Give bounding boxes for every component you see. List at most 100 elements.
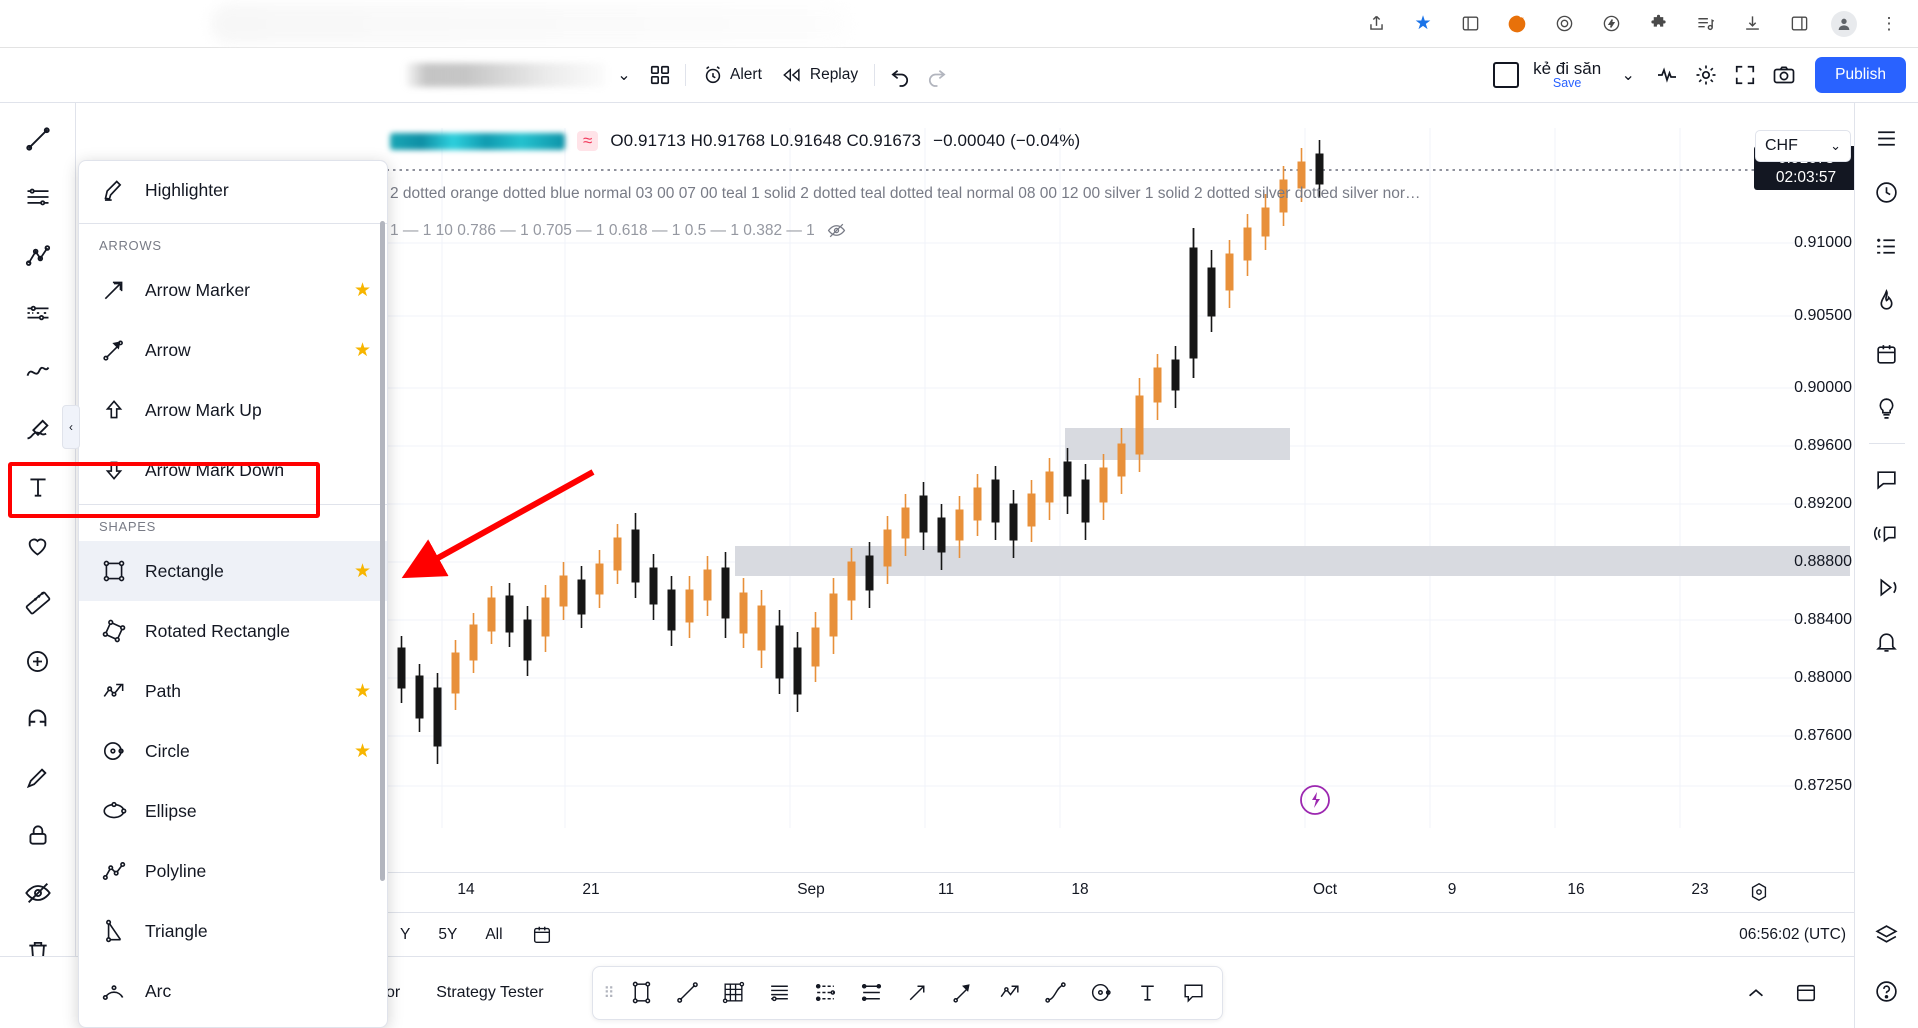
single-layout-icon[interactable] — [1488, 57, 1524, 93]
range-button-y[interactable]: Y — [394, 922, 416, 948]
menu-item-arrow-mark-up[interactable]: Arrow Mark Up — [79, 380, 387, 440]
menu-item-arc[interactable]: Arc — [79, 961, 387, 1021]
menu-item-circle[interactable]: Circle ★ — [79, 721, 387, 781]
share-icon[interactable] — [1361, 9, 1391, 39]
alerts-clock-icon[interactable] — [1862, 167, 1912, 217]
fav-callout-icon[interactable] — [1172, 971, 1216, 1015]
chevron-up-icon[interactable] — [1734, 971, 1778, 1015]
broadcast-icon[interactable] — [1862, 508, 1912, 558]
text-tool-icon[interactable] — [10, 459, 66, 515]
bookmark-star-icon[interactable]: ★ — [1408, 9, 1438, 39]
price-axis[interactable]: 0.91673 02:03:57 0.91000 0.90500 0.90000… — [1750, 128, 1860, 888]
dropdown-scrollbar[interactable] — [380, 221, 385, 881]
fav-trend-line-icon[interactable] — [666, 971, 710, 1015]
fav-gann-box-icon[interactable] — [804, 971, 848, 1015]
layout-chevron-down-icon[interactable]: ⌄ — [1610, 57, 1646, 93]
menu-item-arrow-mark-down[interactable]: Arrow Mark Down — [79, 440, 387, 500]
favorite-star-icon[interactable]: ★ — [354, 740, 371, 763]
replay-button[interactable]: Replay — [771, 57, 867, 93]
fav-horizontal-lines-icon[interactable] — [758, 971, 802, 1015]
fav-text-icon[interactable] — [1126, 971, 1170, 1015]
lock-drawings-icon[interactable] — [10, 807, 66, 863]
drag-grip-icon[interactable]: ⠿ — [599, 984, 618, 1002]
puzzle-icon[interactable] — [1643, 9, 1673, 39]
firefox-icon[interactable] — [1502, 9, 1532, 39]
menu-item-highlighter[interactable]: Highlighter — [79, 161, 387, 219]
calendar-icon[interactable] — [1862, 329, 1912, 379]
playlist-icon[interactable] — [1690, 9, 1720, 39]
shield-icon[interactable] — [1549, 9, 1579, 39]
symbol-name-blurred[interactable] — [406, 63, 606, 87]
collapse-toolbar-chevron-icon[interactable]: ‹ — [62, 405, 80, 449]
range-button-all[interactable]: All — [479, 922, 508, 948]
fav-arrow-icon[interactable] — [942, 971, 986, 1015]
alert-button[interactable]: Alert — [693, 57, 771, 93]
favorite-star-icon[interactable]: ★ — [354, 339, 371, 362]
camera-icon[interactable] — [1766, 57, 1802, 93]
favorite-star-icon[interactable]: ★ — [354, 680, 371, 703]
chart-area[interactable]: ≈ O0.91713 H0.91768 L0.91648 C0.91673 −0… — [380, 128, 1850, 888]
publish-button[interactable]: Publish — [1815, 57, 1906, 93]
time-axis[interactable]: 14 21 Sep 11 18 Oct 9 16 23 — [380, 872, 1860, 912]
fav-grid-icon[interactable] — [712, 971, 756, 1015]
redo-icon[interactable] — [918, 57, 954, 93]
chat-icon[interactable] — [1862, 454, 1912, 504]
menu-item-arrow-marker[interactable]: Arrow Marker ★ — [79, 260, 387, 320]
elliott-wave-tool-icon[interactable] — [10, 343, 66, 399]
indicator-legend-line[interactable]: 2 dotted orange dotted blue normal 03 00… — [390, 185, 1740, 203]
hide-drawings-eye-icon[interactable] — [10, 865, 66, 921]
save-layout-button[interactable]: kẻ đi săn Save — [1527, 60, 1607, 91]
cross-line-tool-icon[interactable] — [10, 111, 66, 167]
shapes-heart-tool-icon[interactable] — [10, 517, 66, 573]
watchlist-icon[interactable] — [1862, 113, 1912, 163]
fav-curve-icon[interactable] — [1034, 971, 1078, 1015]
gear-icon[interactable] — [1688, 57, 1724, 93]
fullscreen-icon[interactable] — [1727, 57, 1763, 93]
sidebar-icon[interactable] — [1784, 9, 1814, 39]
chart-plot[interactable] — [380, 128, 1850, 888]
timeaxis-settings-icon[interactable] — [1746, 879, 1772, 905]
currency-selector[interactable]: CHF ⌄ — [1755, 130, 1851, 162]
menu-item-rotated-rectangle[interactable]: Rotated Rectangle — [79, 601, 387, 661]
favorite-star-icon[interactable]: ★ — [354, 560, 371, 583]
fav-arrow-marker-icon[interactable] — [896, 971, 940, 1015]
menu-kebab-icon[interactable]: ⋮ — [1874, 9, 1904, 39]
profile-avatar-icon[interactable] — [1831, 11, 1857, 37]
fav-rectangle-icon[interactable] — [620, 971, 664, 1015]
notifications-icon[interactable] — [1862, 616, 1912, 666]
trend-line-tool-icon[interactable] — [10, 169, 66, 225]
drawing-mode-pen-icon[interactable] — [10, 749, 66, 805]
menu-item-arrow[interactable]: Arrow ★ — [79, 320, 387, 380]
fib-tool-icon[interactable] — [10, 227, 66, 283]
download-icon[interactable] — [1737, 9, 1767, 39]
pattern-tool-icon[interactable] — [10, 285, 66, 341]
menu-item-ellipse[interactable]: Ellipse — [79, 781, 387, 841]
menu-item-path[interactable]: Path ★ — [79, 661, 387, 721]
brush-tool-icon[interactable] — [10, 401, 66, 457]
dropdown-scroll-area[interactable]: Highlighter ARROWS Arrow Marker ★ Arrow … — [79, 161, 387, 1027]
calendar-icon[interactable] — [525, 920, 559, 950]
fav-circle-icon[interactable] — [1080, 971, 1124, 1015]
menu-item-triangle[interactable]: Triangle — [79, 901, 387, 961]
fav-path-icon[interactable] — [988, 971, 1032, 1015]
magnet-tool-icon[interactable] — [10, 691, 66, 747]
extension-reader-icon[interactable] — [1455, 9, 1485, 39]
lightning-icon[interactable] — [1596, 9, 1626, 39]
help-icon[interactable] — [1862, 966, 1912, 1016]
maximize-icon[interactable] — [1784, 971, 1828, 1015]
range-button-5y[interactable]: 5Y — [432, 922, 463, 948]
favorite-star-icon[interactable]: ★ — [354, 279, 371, 302]
hotlist-icon[interactable] — [1862, 275, 1912, 325]
menu-item-rectangle[interactable]: Rectangle ★ — [79, 541, 387, 601]
menu-item-polyline[interactable]: Polyline — [79, 841, 387, 901]
fav-fib-retracement-icon[interactable] — [850, 971, 894, 1015]
zoom-in-tool-icon[interactable] — [10, 633, 66, 689]
measure-ruler-tool-icon[interactable] — [10, 575, 66, 631]
symbol-chevron-down-icon[interactable]: ⌄ — [606, 57, 642, 93]
chart-layouts-icon[interactable] — [642, 57, 678, 93]
fib-legend-line[interactable]: 1 — 1 10 0.786 — 1 0.705 — 1 0.618 — 1 0… — [390, 221, 846, 240]
data-window-icon[interactable] — [1862, 221, 1912, 271]
eye-off-icon[interactable] — [827, 221, 846, 240]
undo-icon[interactable] — [882, 57, 918, 93]
tab-strategy-tester[interactable]: Strategy Tester — [418, 984, 561, 1002]
